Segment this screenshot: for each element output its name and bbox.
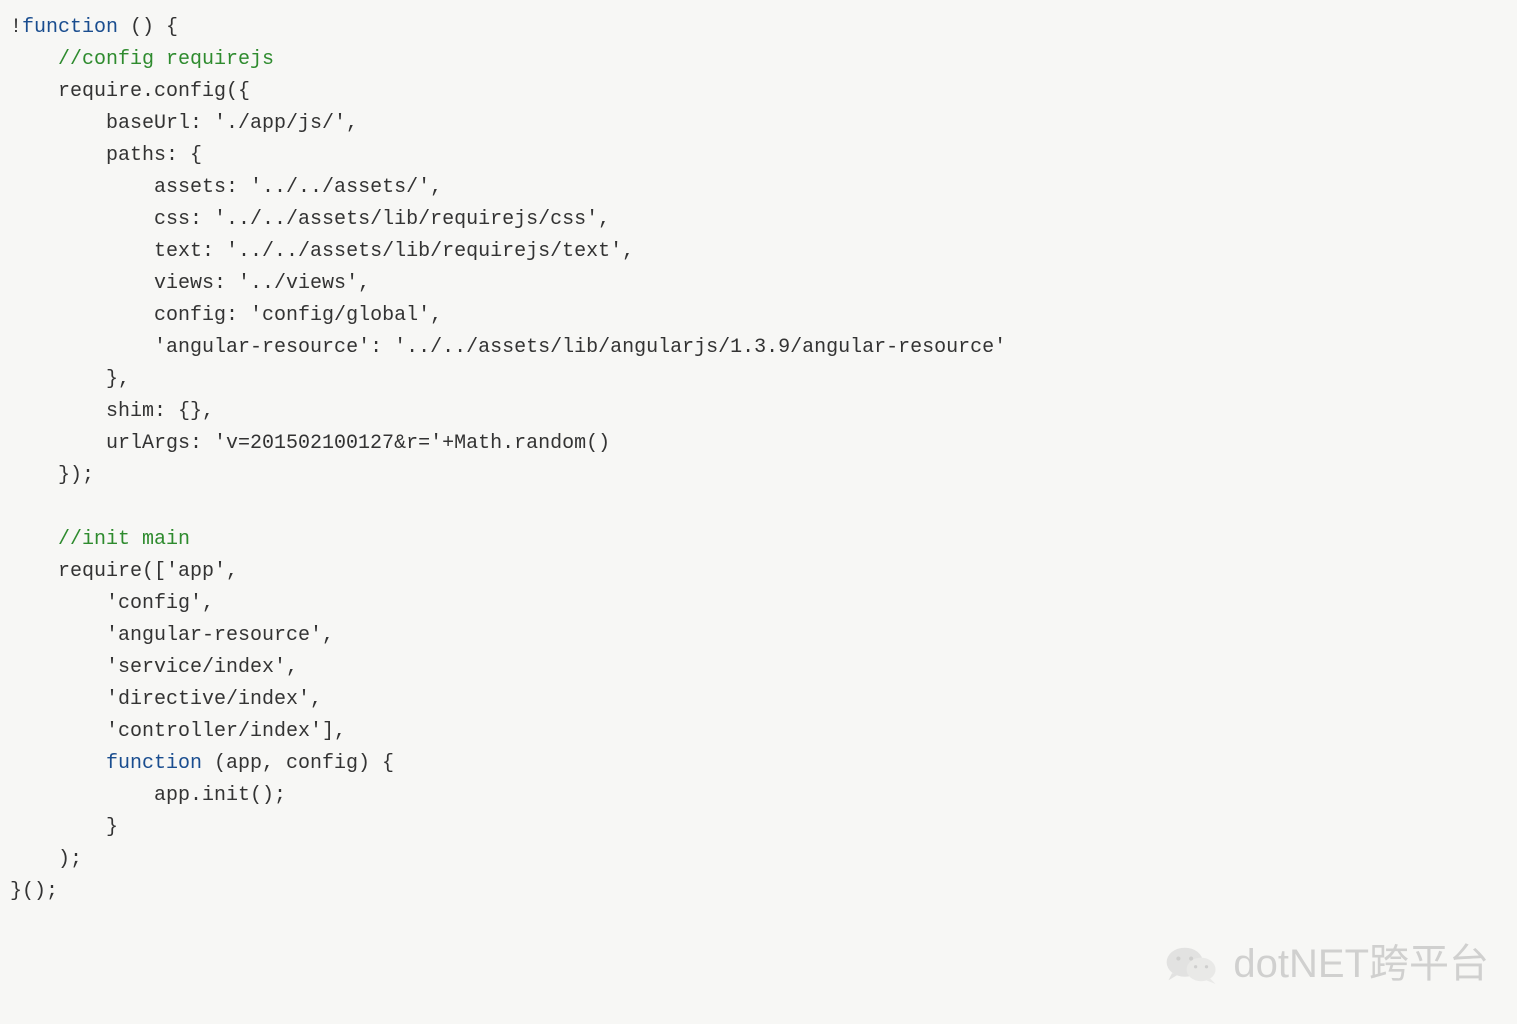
code-line: 'angular-resource': '../../assets/lib/an…	[10, 336, 1006, 359]
code-line: );	[10, 848, 82, 871]
code-line: 'directive/index',	[10, 688, 322, 711]
code-line: 'config',	[10, 592, 214, 615]
code-token: (app, config) {	[202, 752, 394, 775]
wechat-icon	[1163, 935, 1221, 993]
code-token: });	[58, 464, 94, 487]
code-line: urlArgs: 'v=201502100127&r='+Math.random…	[10, 432, 610, 455]
code-line: assets: '../../assets/',	[10, 176, 442, 199]
code-line: 'service/index',	[10, 656, 298, 679]
code-token: function	[106, 752, 202, 775]
watermark-text: dotNET跨平台	[1233, 932, 1489, 996]
code-token: //init main	[58, 528, 190, 551]
code-token: css: '../../assets/lib/requirejs/css',	[154, 208, 610, 231]
code-line: //config requirejs	[10, 48, 274, 71]
code-token: require.config({	[58, 80, 250, 103]
code-line: });	[10, 464, 94, 487]
code-line: text: '../../assets/lib/requirejs/text',	[10, 240, 634, 263]
code-token: assets: '../../assets/',	[154, 176, 442, 199]
code-token: 'angular-resource': '../../assets/lib/an…	[154, 336, 1006, 359]
code-line: !function () {	[10, 16, 178, 39]
code-token: require(['app',	[58, 560, 238, 583]
watermark: dotNET跨平台	[1163, 932, 1489, 996]
code-token: function	[22, 16, 118, 39]
code-line: css: '../../assets/lib/requirejs/css',	[10, 208, 610, 231]
code-token: baseUrl: './app/js/',	[106, 112, 358, 135]
code-line: views: '../views',	[10, 272, 370, 295]
code-token: 'directive/index',	[106, 688, 322, 711]
code-line: function (app, config) {	[10, 752, 394, 775]
code-token: app.init();	[154, 784, 286, 807]
code-line: baseUrl: './app/js/',	[10, 112, 358, 135]
code-token: //config requirejs	[58, 48, 274, 71]
code-block: !function () { //config requirejs requir…	[10, 12, 1507, 908]
code-line: require.config({	[10, 80, 250, 103]
code-line: }();	[10, 880, 58, 903]
code-token: }();	[10, 880, 58, 903]
code-line: 'angular-resource',	[10, 624, 334, 647]
code-token: config: 'config/global',	[154, 304, 442, 327]
code-line: require(['app',	[10, 560, 238, 583]
code-line: config: 'config/global',	[10, 304, 442, 327]
code-token: },	[106, 368, 130, 391]
code-token: 'angular-resource',	[106, 624, 334, 647]
code-token: text: '../../assets/lib/requirejs/text',	[154, 240, 634, 263]
code-token: 'config',	[106, 592, 214, 615]
code-line: 'controller/index'],	[10, 720, 346, 743]
code-token: () {	[118, 16, 178, 39]
code-line: app.init();	[10, 784, 286, 807]
code-token: paths: {	[106, 144, 202, 167]
code-line: }	[10, 816, 118, 839]
code-line: //init main	[10, 528, 190, 551]
code-token: 'service/index',	[106, 656, 298, 679]
code-token: );	[58, 848, 82, 871]
code-line: paths: {	[10, 144, 202, 167]
code-line: shim: {},	[10, 400, 214, 423]
code-token: }	[106, 816, 118, 839]
code-token: 'controller/index'],	[106, 720, 346, 743]
code-line: },	[10, 368, 130, 391]
code-token: !	[10, 16, 22, 39]
code-token: urlArgs: 'v=201502100127&r='+Math.random…	[106, 432, 610, 455]
code-token: views: '../views',	[154, 272, 370, 295]
code-token: shim: {},	[106, 400, 214, 423]
